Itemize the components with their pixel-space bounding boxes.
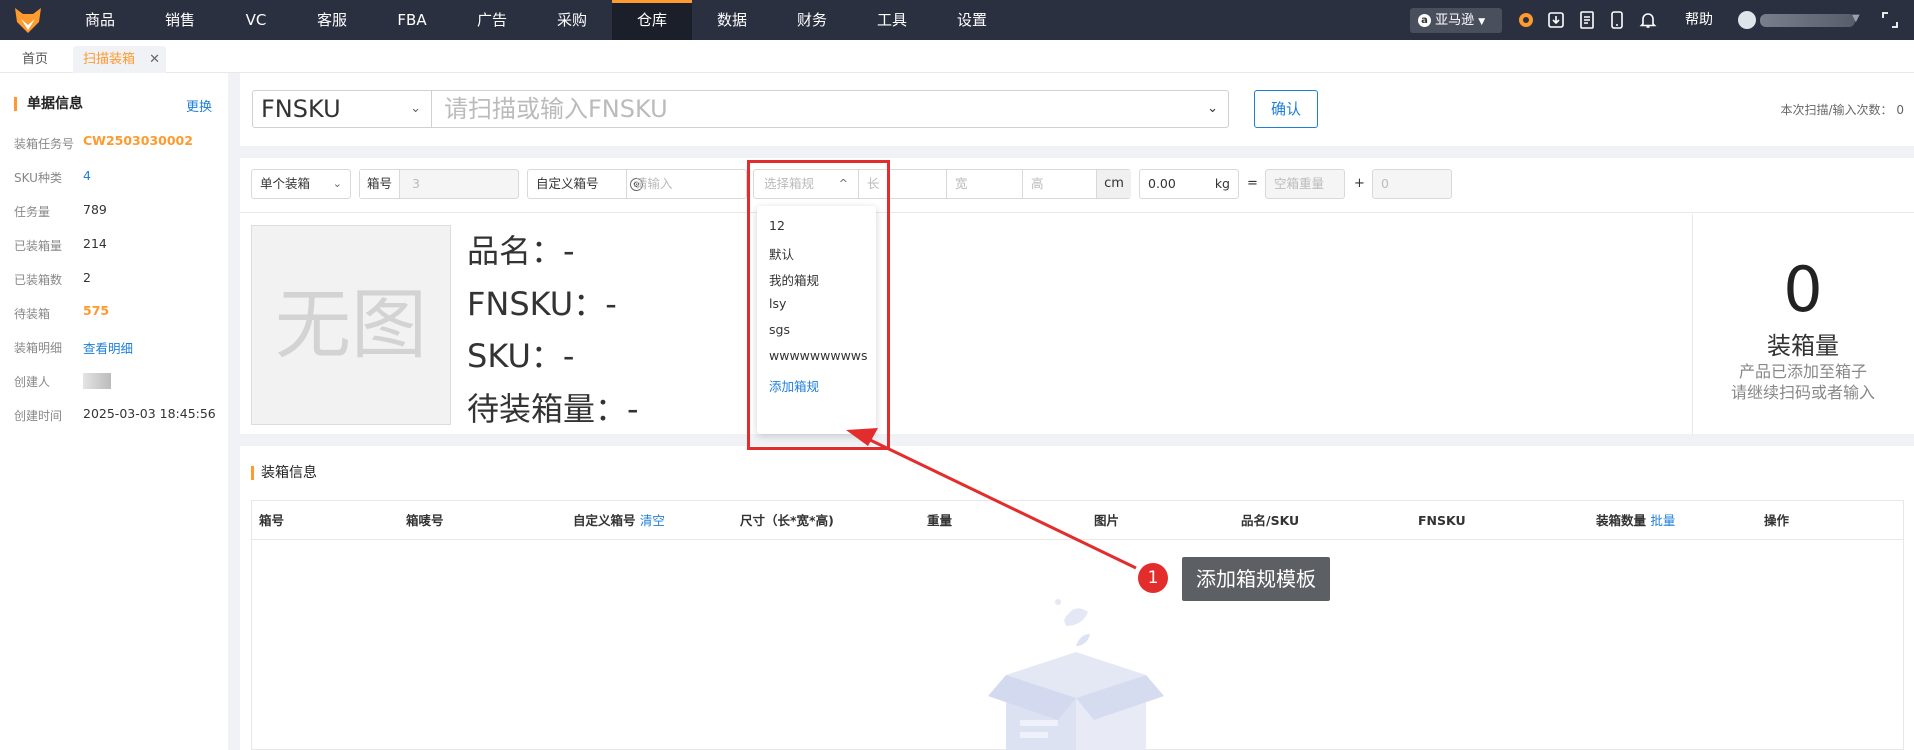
annotation-label: 添加箱规模板 [1182, 557, 1330, 601]
annotation-step-number: 1 [1138, 563, 1168, 593]
annotation-arrow [846, 428, 1137, 570]
